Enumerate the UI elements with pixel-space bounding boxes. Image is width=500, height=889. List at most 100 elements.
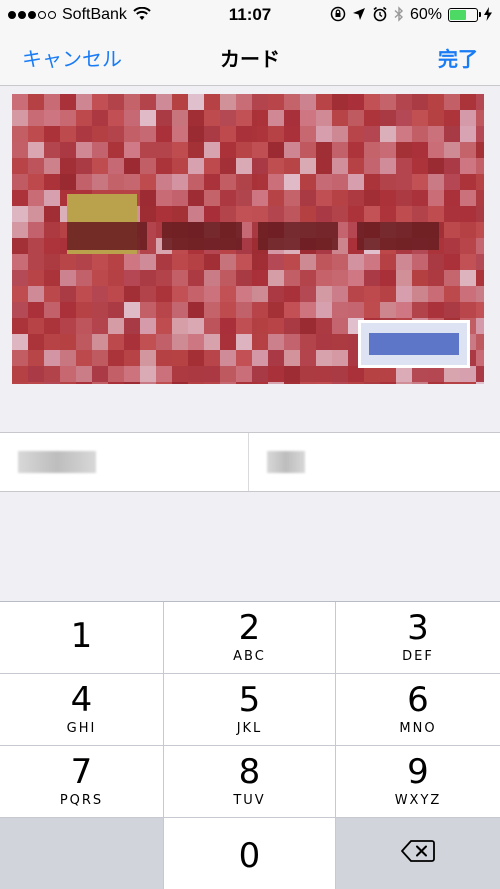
card-pixel bbox=[396, 142, 412, 158]
card-pixel bbox=[204, 174, 220, 190]
card-pixel bbox=[76, 286, 92, 302]
card-pixel bbox=[252, 174, 268, 190]
card-pixel bbox=[204, 350, 220, 366]
card-pixel bbox=[332, 206, 348, 222]
cancel-button[interactable]: キャンセル bbox=[22, 43, 122, 72]
card-preview-area bbox=[0, 86, 500, 432]
card-pixel bbox=[332, 334, 348, 350]
card-pixel bbox=[220, 254, 236, 270]
key-8[interactable]: 8 TUV bbox=[164, 746, 336, 818]
card-pixel bbox=[460, 142, 476, 158]
card-pixel bbox=[444, 158, 460, 174]
card-pixel bbox=[364, 286, 380, 302]
card-pixel bbox=[444, 142, 460, 158]
card-pixel bbox=[60, 158, 76, 174]
key-1[interactable]: 1 bbox=[0, 602, 164, 674]
key-6[interactable]: 6 MNO bbox=[336, 674, 500, 746]
key-5[interactable]: 5 JKL bbox=[164, 674, 336, 746]
card-pixel bbox=[28, 254, 44, 270]
card-pixel bbox=[220, 126, 236, 142]
card-pixel bbox=[12, 94, 28, 110]
key-3[interactable]: 3 DEF bbox=[336, 602, 500, 674]
card-pixel bbox=[172, 142, 188, 158]
key-2[interactable]: 2 ABC bbox=[164, 602, 336, 674]
card-pixel bbox=[12, 158, 28, 174]
card-pixel bbox=[140, 350, 156, 366]
card-pixel bbox=[284, 126, 300, 142]
bluetooth-icon bbox=[394, 5, 404, 25]
card-pixel bbox=[428, 126, 444, 142]
card-pixel bbox=[108, 110, 124, 126]
card-pixel bbox=[444, 238, 460, 254]
card-pixel bbox=[444, 94, 460, 110]
card-pixel bbox=[172, 318, 188, 334]
card-pixel bbox=[252, 206, 268, 222]
card-pixel bbox=[396, 206, 412, 222]
card-pixel bbox=[60, 350, 76, 366]
card-pixel bbox=[316, 350, 332, 366]
card-pixel bbox=[316, 158, 332, 174]
card-pixel bbox=[156, 206, 172, 222]
card-pixel bbox=[380, 110, 396, 126]
done-button[interactable]: 完了 bbox=[438, 43, 478, 72]
card-pixel bbox=[28, 334, 44, 350]
card-pixel bbox=[428, 142, 444, 158]
card-pixel bbox=[396, 286, 412, 302]
key-9[interactable]: 9 WXYZ bbox=[336, 746, 500, 818]
card-pixel bbox=[268, 334, 284, 350]
card-pixel bbox=[412, 142, 428, 158]
card-pixel bbox=[172, 286, 188, 302]
card-pixel bbox=[380, 126, 396, 142]
card-pixel bbox=[412, 302, 428, 318]
card-pixel bbox=[140, 158, 156, 174]
card-pixel bbox=[156, 366, 172, 382]
card-pixel bbox=[124, 382, 140, 384]
card-pixel bbox=[412, 366, 428, 382]
card-pixel bbox=[12, 254, 28, 270]
card-pixel bbox=[364, 190, 380, 206]
card-pixel bbox=[268, 270, 284, 286]
navigation-bar: キャンセル カード 完了 bbox=[0, 30, 500, 86]
expiry-field[interactable] bbox=[0, 433, 249, 491]
card-pixel bbox=[220, 158, 236, 174]
card-pixel bbox=[28, 382, 44, 384]
card-pixel bbox=[156, 158, 172, 174]
key-0[interactable]: 0 bbox=[164, 818, 336, 889]
card-pixel bbox=[44, 302, 60, 318]
card-pixel bbox=[28, 270, 44, 286]
card-pixel bbox=[124, 110, 140, 126]
card-pixel bbox=[124, 174, 140, 190]
card-pixel bbox=[220, 302, 236, 318]
card-pixel bbox=[28, 238, 44, 254]
card-pixel bbox=[76, 126, 92, 142]
card-pixel bbox=[92, 366, 108, 382]
card-pixel bbox=[60, 110, 76, 126]
card-pixel bbox=[188, 126, 204, 142]
card-pixel bbox=[444, 110, 460, 126]
card-pixel bbox=[348, 206, 364, 222]
card-pixel bbox=[364, 366, 380, 382]
card-pixel bbox=[12, 382, 28, 384]
card-pixel bbox=[476, 190, 484, 206]
key-7[interactable]: 7 PQRS bbox=[0, 746, 164, 818]
card-pixel bbox=[252, 126, 268, 142]
card-pixel bbox=[380, 254, 396, 270]
card-pixel bbox=[236, 334, 252, 350]
card-pixel bbox=[364, 254, 380, 270]
card-number-group bbox=[258, 222, 338, 250]
card-pixel bbox=[220, 110, 236, 126]
card-pixel bbox=[44, 350, 60, 366]
card-pixel bbox=[172, 174, 188, 190]
key-4[interactable]: 4 GHI bbox=[0, 674, 164, 746]
security-code-field[interactable] bbox=[249, 433, 500, 491]
card-pixel bbox=[284, 110, 300, 126]
delete-key[interactable] bbox=[336, 818, 500, 889]
card-pixel bbox=[44, 270, 60, 286]
card-pixel bbox=[268, 142, 284, 158]
card-pixel bbox=[316, 270, 332, 286]
card-pixel bbox=[108, 142, 124, 158]
card-pixel bbox=[28, 174, 44, 190]
card-pixel bbox=[428, 174, 444, 190]
card-pixel bbox=[188, 142, 204, 158]
card-pixel bbox=[332, 270, 348, 286]
